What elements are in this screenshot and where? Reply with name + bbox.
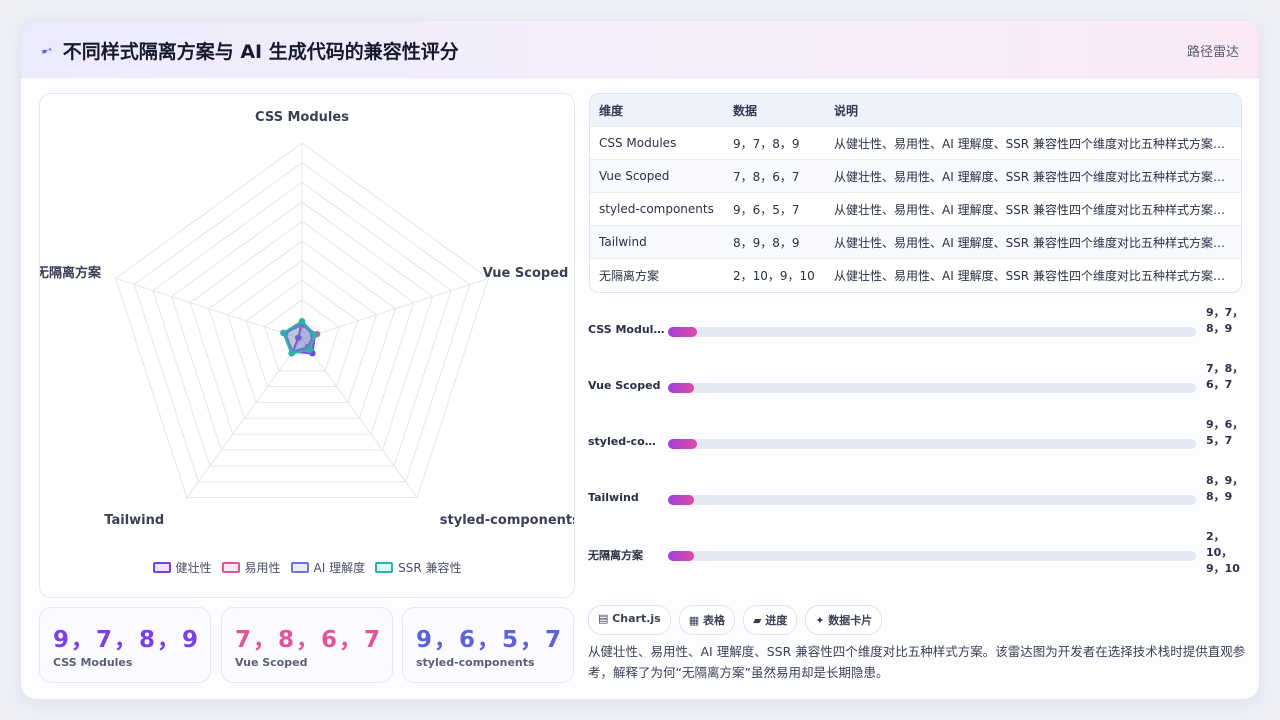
table-cell: 从健壮性、易用性、AI 理解度、SSR 兼容性四个维度对比五种样式方案。该雷达图… bbox=[825, 159, 1241, 193]
data-table: 维度 数据 说明 CSS Modules 9，7，8，9 从健壮性、易用性、AI 理解度… bbox=[589, 93, 1242, 293]
radar-point bbox=[298, 318, 306, 325]
legend-item[interactable]: 易用性 bbox=[221, 559, 281, 576]
table-row[interactable]: Tailwind 8，9，8，9 从健壮性、易用性、AI 理解度、SSR 兼容性四个… bbox=[590, 225, 1241, 259]
main-card: ➸ 不同样式隔离方案与 AI 生成代码的兼容性评分 路径雷达 CSS Modul… bbox=[20, 20, 1260, 700]
radar-point bbox=[311, 331, 319, 338]
table-cell: 从健壮性、易用性、AI 理解度、SSR 兼容性四个维度对比五种样式方案。该雷达图… bbox=[825, 192, 1241, 226]
table-row[interactable]: CSS Modules 9，7，8，9 从健壮性、易用性、AI 理解度、SSR 兼容… bbox=[590, 126, 1241, 160]
table-cell: CSS Modules bbox=[590, 126, 724, 160]
data-card-chip[interactable]: ✦ 数据卡片 bbox=[805, 605, 883, 635]
stat-label: Vue Scoped bbox=[235, 656, 308, 669]
legend-swatch bbox=[152, 562, 171, 573]
progress-track bbox=[668, 327, 1196, 337]
legend-item[interactable]: SSR 兼容性 bbox=[375, 559, 462, 576]
page-title-text: 不同样式隔离方案与 AI 生成代码的兼容性评分 bbox=[62, 41, 459, 63]
table-cell: 无隔离方案 bbox=[590, 258, 724, 291]
progress-chip[interactable]: ▰ 进度 bbox=[742, 605, 798, 635]
table-cell: 从健壮性、易用性、AI 理解度、SSR 兼容性四个维度对比五种样式方案。该雷达图… bbox=[825, 225, 1241, 259]
progress-track bbox=[668, 495, 1196, 505]
progress-row: CSS Modules 9，7，8，9 bbox=[588, 305, 1248, 355]
view-chips: ▤ Chart.js ▦ 表格 ▰ 进度 ✦ 数据卡片 bbox=[588, 605, 883, 635]
description: 从健壮性、易用性、AI 理解度、SSR 兼容性四个维度对比五种样式方案。该雷达图… bbox=[588, 644, 1246, 680]
progress-label: styled-components bbox=[588, 435, 666, 448]
table-header: 说明 bbox=[825, 94, 1241, 127]
radar-link[interactable]: 路径雷达 bbox=[1187, 41, 1239, 60]
chartjs-chip[interactable]: ▤ Chart.js bbox=[588, 605, 671, 635]
legend-item[interactable]: 健壮性 bbox=[152, 559, 212, 576]
table-cell: Vue Scoped bbox=[590, 159, 724, 193]
progress-label: 无隔离方案 bbox=[588, 549, 643, 562]
progress-label: Vue Scoped bbox=[588, 379, 661, 392]
progress-value: 2，10，9，10 bbox=[1206, 530, 1240, 575]
legend-item[interactable]: AI 理解度 bbox=[290, 559, 366, 576]
progress-row: styled-components 9，6，5，7 bbox=[588, 417, 1248, 467]
progress-fill bbox=[668, 439, 698, 449]
progress-row: 无隔离方案 2，10，9，10 bbox=[588, 529, 1248, 579]
radar-axis-line bbox=[115, 277, 303, 340]
radar-axis-label: 无隔离方案 bbox=[40, 265, 102, 281]
stat-value: 9，7，8，9 bbox=[53, 627, 201, 653]
radar-axis-label: Vue Scoped bbox=[483, 266, 569, 281]
table-row[interactable]: 无隔离方案 2，10，9，10 从健壮性、易用性、AI 理解度、SSR 兼容性四个维… bbox=[590, 258, 1241, 291]
chart-legend: 健壮性 易用性 AI 理解度 SSR 兼容性 bbox=[40, 559, 574, 576]
table-header: 维度 bbox=[590, 94, 724, 127]
radar-chart: CSS Modules Vue Scoped styled-components Ta… bbox=[40, 110, 574, 528]
progress-track bbox=[668, 383, 1196, 393]
table-row[interactable]: Vue Scoped 7，8，6，7 从健壮性、易用性、AI 理解度、SSR 兼容性… bbox=[590, 159, 1241, 193]
spark-icon: ➸ bbox=[38, 40, 56, 61]
table-row[interactable]: styled-components 9，6，5，7 从健壮性、易用性、AI 理解度、… bbox=[590, 192, 1241, 226]
radar-axis-line bbox=[301, 277, 489, 340]
legend-swatch bbox=[375, 562, 394, 573]
legend-label: SSR 兼容性 bbox=[398, 561, 462, 575]
radar-axis-label: styled-components bbox=[440, 513, 574, 528]
stat-label: CSS Modules bbox=[53, 656, 133, 669]
table-cell: 9，6，5，7 bbox=[724, 192, 825, 226]
radar-panel: CSS Modules Vue Scoped styled-components Ta… bbox=[39, 93, 575, 598]
radar-point bbox=[306, 346, 314, 354]
progress-label: Tailwind bbox=[588, 491, 639, 504]
radar-axis-label: Tailwind bbox=[104, 513, 164, 528]
table-chip[interactable]: ▦ 表格 bbox=[678, 605, 735, 635]
progress-value: 8，9，8，9 bbox=[1206, 474, 1244, 503]
stat-card: 9，7，8，9 CSS Modules bbox=[39, 607, 211, 683]
table-cell: 7，8，6，7 bbox=[724, 159, 825, 193]
legend-label: AI 理解度 bbox=[313, 561, 366, 575]
legend-label: 健壮性 bbox=[175, 561, 212, 575]
progress-value: 7，8，6，7 bbox=[1206, 362, 1244, 391]
table-cell: 从健壮性、易用性、AI 理解度、SSR 兼容性四个维度对比五种样式方案。该雷达图… bbox=[825, 126, 1241, 160]
stat-value: 7，8，6，7 bbox=[235, 627, 383, 653]
stat-card: 9，6，5，7 styled-components bbox=[402, 607, 574, 683]
header: ➸ 不同样式隔离方案与 AI 生成代码的兼容性评分 路径雷达 bbox=[21, 21, 1259, 78]
legend-swatch bbox=[290, 562, 309, 573]
radar-point bbox=[288, 350, 295, 357]
progress-value: 9，7，8，9 bbox=[1206, 306, 1244, 335]
progress-fill bbox=[668, 327, 698, 337]
progress-label: CSS Modules bbox=[588, 323, 666, 336]
progress-fill bbox=[668, 551, 695, 561]
stat-label: styled-components bbox=[416, 656, 535, 669]
table-cell: styled-components bbox=[590, 192, 724, 226]
table-cell: Tailwind bbox=[590, 225, 724, 259]
legend-swatch bbox=[221, 562, 240, 573]
progress-row: Tailwind 8，9，8，9 bbox=[588, 473, 1248, 523]
page-title: ➸ 不同样式隔离方案与 AI 生成代码的兼容性评分 bbox=[38, 37, 459, 64]
legend-label: 易用性 bbox=[244, 561, 281, 575]
progress-track bbox=[668, 439, 1196, 449]
progress-fill bbox=[668, 495, 695, 505]
stat-card: 7，8，6，7 Vue Scoped bbox=[221, 607, 393, 683]
radar-axis-label: CSS Modules bbox=[255, 110, 349, 125]
stat-value: 9，6，5，7 bbox=[416, 627, 564, 653]
radar-point bbox=[280, 329, 287, 337]
progress-track bbox=[668, 551, 1196, 561]
table-cell: 从健壮性、易用性、AI 理解度、SSR 兼容性四个维度对比五种样式方案。该雷达图… bbox=[825, 258, 1241, 291]
table-header: 数据 bbox=[724, 94, 825, 127]
progress-row: Vue Scoped 7，8，6，7 bbox=[588, 361, 1248, 411]
table-cell: 9，7，8，9 bbox=[724, 126, 825, 160]
progress-value: 9，6，5，7 bbox=[1206, 418, 1244, 447]
table-cell: 2，10，9，10 bbox=[724, 258, 825, 291]
progress-fill bbox=[668, 383, 695, 393]
table-cell: 8，9，8，9 bbox=[724, 225, 825, 259]
